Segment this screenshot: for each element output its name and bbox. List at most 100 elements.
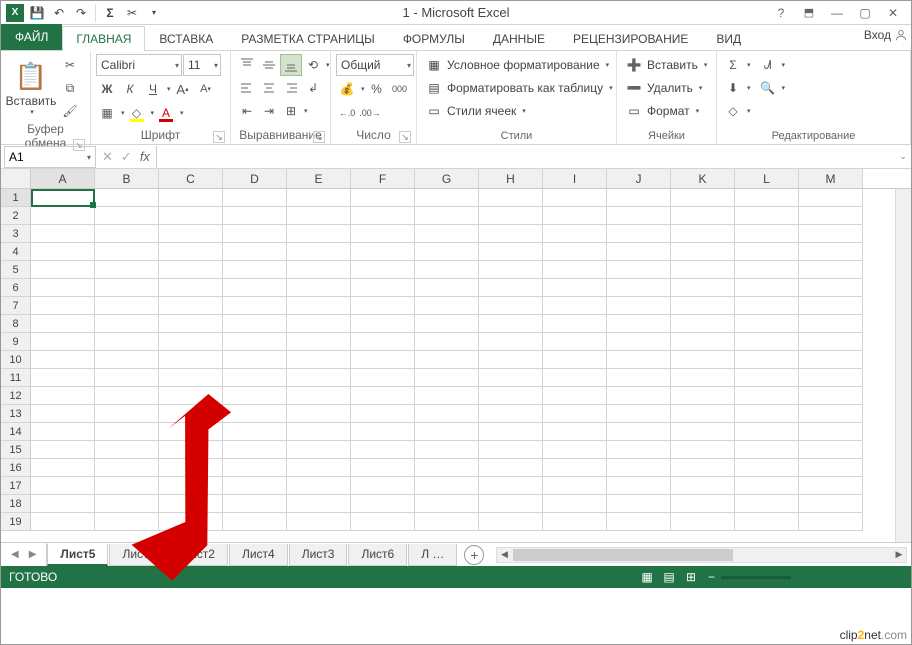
row-header-18[interactable]: 18 <box>1 495 31 513</box>
expand-formula-button[interactable]: ⌄ <box>895 151 911 162</box>
cell[interactable] <box>671 225 735 243</box>
cell[interactable] <box>351 261 415 279</box>
cell[interactable] <box>607 297 671 315</box>
cell[interactable] <box>287 243 351 261</box>
decrease-indent-button[interactable]: ⇤ <box>236 100 258 122</box>
cell[interactable] <box>671 369 735 387</box>
tab-layout[interactable]: РАЗМЕТКА СТРАНИЦЫ <box>227 26 389 51</box>
cell[interactable] <box>351 189 415 207</box>
cell[interactable] <box>543 297 607 315</box>
cell[interactable] <box>735 351 799 369</box>
cell[interactable] <box>95 243 159 261</box>
copy-button[interactable]: ⧉ <box>59 77 81 99</box>
cell[interactable] <box>287 513 351 531</box>
cell[interactable] <box>351 351 415 369</box>
cell[interactable] <box>287 369 351 387</box>
vertical-scrollbar[interactable] <box>895 189 911 542</box>
maximize-button[interactable]: ▢ <box>851 3 879 23</box>
tab-insert[interactable]: ВСТАВКА <box>145 26 227 51</box>
cell[interactable] <box>287 441 351 459</box>
cell[interactable] <box>479 459 543 477</box>
cell[interactable] <box>799 495 863 513</box>
wrap-text-button[interactable]: ↲ <box>302 77 324 99</box>
cell[interactable] <box>31 189 95 207</box>
cell[interactable] <box>415 333 479 351</box>
fx-button[interactable]: fx <box>140 149 150 164</box>
row-header-17[interactable]: 17 <box>1 477 31 495</box>
cell[interactable] <box>799 243 863 261</box>
cell[interactable] <box>95 297 159 315</box>
sort-filter-button[interactable]: ᗂ <box>757 54 779 76</box>
cell[interactable] <box>671 279 735 297</box>
cell[interactable] <box>287 279 351 297</box>
cell[interactable] <box>543 387 607 405</box>
cell[interactable] <box>31 477 95 495</box>
cell[interactable] <box>31 405 95 423</box>
cell[interactable] <box>287 207 351 225</box>
cell[interactable] <box>735 387 799 405</box>
row-header-1[interactable]: 1 <box>1 189 31 207</box>
ribbon-display-button[interactable]: ⬒ <box>795 3 823 23</box>
cell[interactable] <box>735 477 799 495</box>
format-cells-button[interactable]: ▭Формат▾ <box>622 100 710 122</box>
cell[interactable] <box>799 315 863 333</box>
cell[interactable] <box>543 459 607 477</box>
close-button[interactable]: ✕ <box>879 3 907 23</box>
formula-input[interactable] <box>156 146 895 168</box>
cell[interactable] <box>671 207 735 225</box>
align-launcher[interactable]: ↘ <box>313 131 325 143</box>
row-header-10[interactable]: 10 <box>1 351 31 369</box>
cell[interactable] <box>351 387 415 405</box>
cell[interactable] <box>543 189 607 207</box>
col-header-J[interactable]: J <box>607 169 671 188</box>
cell[interactable] <box>159 261 223 279</box>
sheet-tab[interactable]: Лист1 <box>109 544 168 566</box>
cell[interactable] <box>95 459 159 477</box>
cell[interactable] <box>415 189 479 207</box>
cell[interactable] <box>607 387 671 405</box>
align-center-button[interactable] <box>258 77 280 99</box>
cell[interactable] <box>159 369 223 387</box>
cell[interactable] <box>479 243 543 261</box>
cell[interactable] <box>31 369 95 387</box>
cell[interactable] <box>95 351 159 369</box>
cell[interactable] <box>671 477 735 495</box>
cell[interactable] <box>223 261 287 279</box>
cell[interactable] <box>159 207 223 225</box>
cell[interactable] <box>351 405 415 423</box>
cell[interactable] <box>159 477 223 495</box>
zoom-out-button[interactable]: − <box>708 570 715 584</box>
cell[interactable] <box>735 441 799 459</box>
cell[interactable] <box>543 279 607 297</box>
cell[interactable] <box>671 315 735 333</box>
cell[interactable] <box>95 423 159 441</box>
cell[interactable] <box>479 279 543 297</box>
cell[interactable] <box>159 459 223 477</box>
cell[interactable] <box>799 261 863 279</box>
cell[interactable] <box>31 459 95 477</box>
minimize-button[interactable]: — <box>823 3 851 23</box>
cell[interactable] <box>95 279 159 297</box>
row-header-11[interactable]: 11 <box>1 369 31 387</box>
cell[interactable] <box>735 495 799 513</box>
underline-button[interactable]: Ч <box>142 78 164 100</box>
cell[interactable] <box>287 315 351 333</box>
cell[interactable] <box>223 513 287 531</box>
cell[interactable] <box>223 207 287 225</box>
cell[interactable] <box>415 459 479 477</box>
cell[interactable] <box>415 261 479 279</box>
tab-home[interactable]: ГЛАВНАЯ <box>62 26 145 51</box>
cell[interactable] <box>543 369 607 387</box>
cell[interactable] <box>479 513 543 531</box>
cell[interactable] <box>415 423 479 441</box>
italic-button[interactable]: К <box>119 78 141 100</box>
cell[interactable] <box>671 423 735 441</box>
autosum-button[interactable]: Σ <box>722 54 744 76</box>
row-header-15[interactable]: 15 <box>1 441 31 459</box>
cell[interactable] <box>415 279 479 297</box>
number-format-combo[interactable]: Общий▾ <box>336 54 414 76</box>
cell[interactable] <box>479 261 543 279</box>
col-header-B[interactable]: B <box>95 169 159 188</box>
cell[interactable] <box>479 423 543 441</box>
cell[interactable] <box>415 405 479 423</box>
